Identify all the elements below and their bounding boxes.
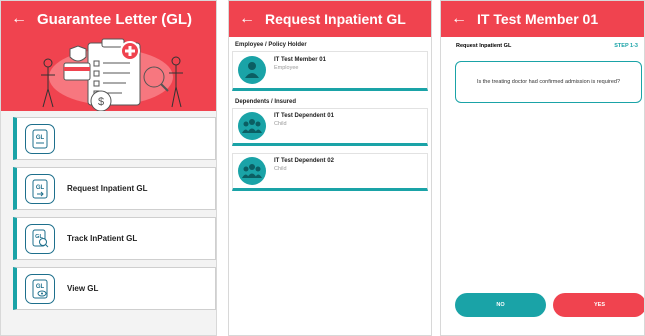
- svg-text:GL: GL: [36, 135, 45, 141]
- member-card-employee[interactable]: IT Test Member 01 Employee: [232, 51, 428, 91]
- member-name: IT Test Dependent 01: [274, 113, 334, 119]
- gl-document-icon: GL: [25, 123, 55, 154]
- gl-view-icon: GL: [25, 273, 55, 304]
- member-role: Child: [274, 166, 287, 172]
- hero-illustration: $: [1, 37, 216, 111]
- svg-text:$: $: [98, 96, 104, 108]
- menu-item-track-inpatient-gl[interactable]: GL Track InPatient GL: [13, 217, 216, 260]
- member-role: Child: [274, 121, 287, 127]
- page-title: Request Inpatient GL: [265, 11, 406, 27]
- gl-track-icon: GL: [25, 223, 55, 254]
- menu-item-label: Track InPatient GL: [67, 234, 138, 243]
- family-group-icon: [238, 157, 266, 185]
- section-heading-dependents: Dependents / Insured: [235, 99, 297, 105]
- menu-item-request-inpatient-gl[interactable]: GL Request Inpatient GL: [13, 167, 216, 210]
- back-arrow-icon[interactable]: ←: [11, 11, 37, 27]
- member-info: IT Test Member 01 Employee: [274, 57, 326, 71]
- gl-request-icon: GL: [25, 173, 55, 204]
- member-card-dependent[interactable]: IT Test Dependent 02 Child: [232, 153, 428, 191]
- svg-text:GL: GL: [36, 185, 45, 191]
- menu-item-label: View GL: [67, 284, 99, 293]
- step-header: Request Inpatient GL STEP 1-3: [441, 37, 644, 49]
- app-bar: ← Guarantee Letter (GL): [1, 1, 216, 37]
- member-info: IT Test Dependent 01 Child: [274, 113, 334, 127]
- family-group-icon: [238, 112, 266, 140]
- menu-item-label: Request Inpatient GL: [67, 184, 148, 193]
- gl-menu-screen: ← Guarantee Letter (GL) $ GL GL Request …: [0, 0, 217, 336]
- yes-button[interactable]: YES: [553, 293, 644, 317]
- member-name: IT Test Dependent 02: [274, 158, 334, 164]
- member-info: IT Test Dependent 02 Child: [274, 158, 334, 172]
- person-avatar-icon: [238, 56, 266, 84]
- question-text: Is the treating doctor had confirmed adm…: [476, 79, 621, 85]
- page-title: Guarantee Letter (GL): [37, 10, 193, 28]
- step-indicator: STEP 1-3: [614, 43, 638, 49]
- app-bar: ← IT Test Member 01: [441, 1, 644, 37]
- svg-text:GL: GL: [36, 284, 45, 290]
- document-illustration-icon: $: [41, 38, 183, 111]
- member-role: Employee: [274, 65, 299, 71]
- admission-question-screen: ← IT Test Member 01 Request Inpatient GL…: [440, 0, 645, 336]
- member-name: IT Test Member 01: [274, 57, 326, 63]
- form-title: Request Inpatient GL: [456, 43, 512, 49]
- back-arrow-icon[interactable]: ←: [239, 11, 265, 27]
- section-heading-employee: Employee / Policy Holder: [235, 42, 307, 48]
- no-button[interactable]: NO: [455, 293, 546, 317]
- page-title: IT Test Member 01: [477, 11, 599, 27]
- select-member-screen: ← Request Inpatient GL Employee / Policy…: [228, 0, 432, 336]
- app-bar: ← Request Inpatient GL: [229, 1, 431, 37]
- question-box: Is the treating doctor had confirmed adm…: [455, 61, 642, 103]
- menu-item-gl[interactable]: GL: [13, 117, 216, 160]
- member-card-dependent[interactable]: IT Test Dependent 01 Child: [232, 108, 428, 146]
- menu-item-view-gl[interactable]: GL View GL: [13, 267, 216, 310]
- back-arrow-icon[interactable]: ←: [451, 11, 477, 27]
